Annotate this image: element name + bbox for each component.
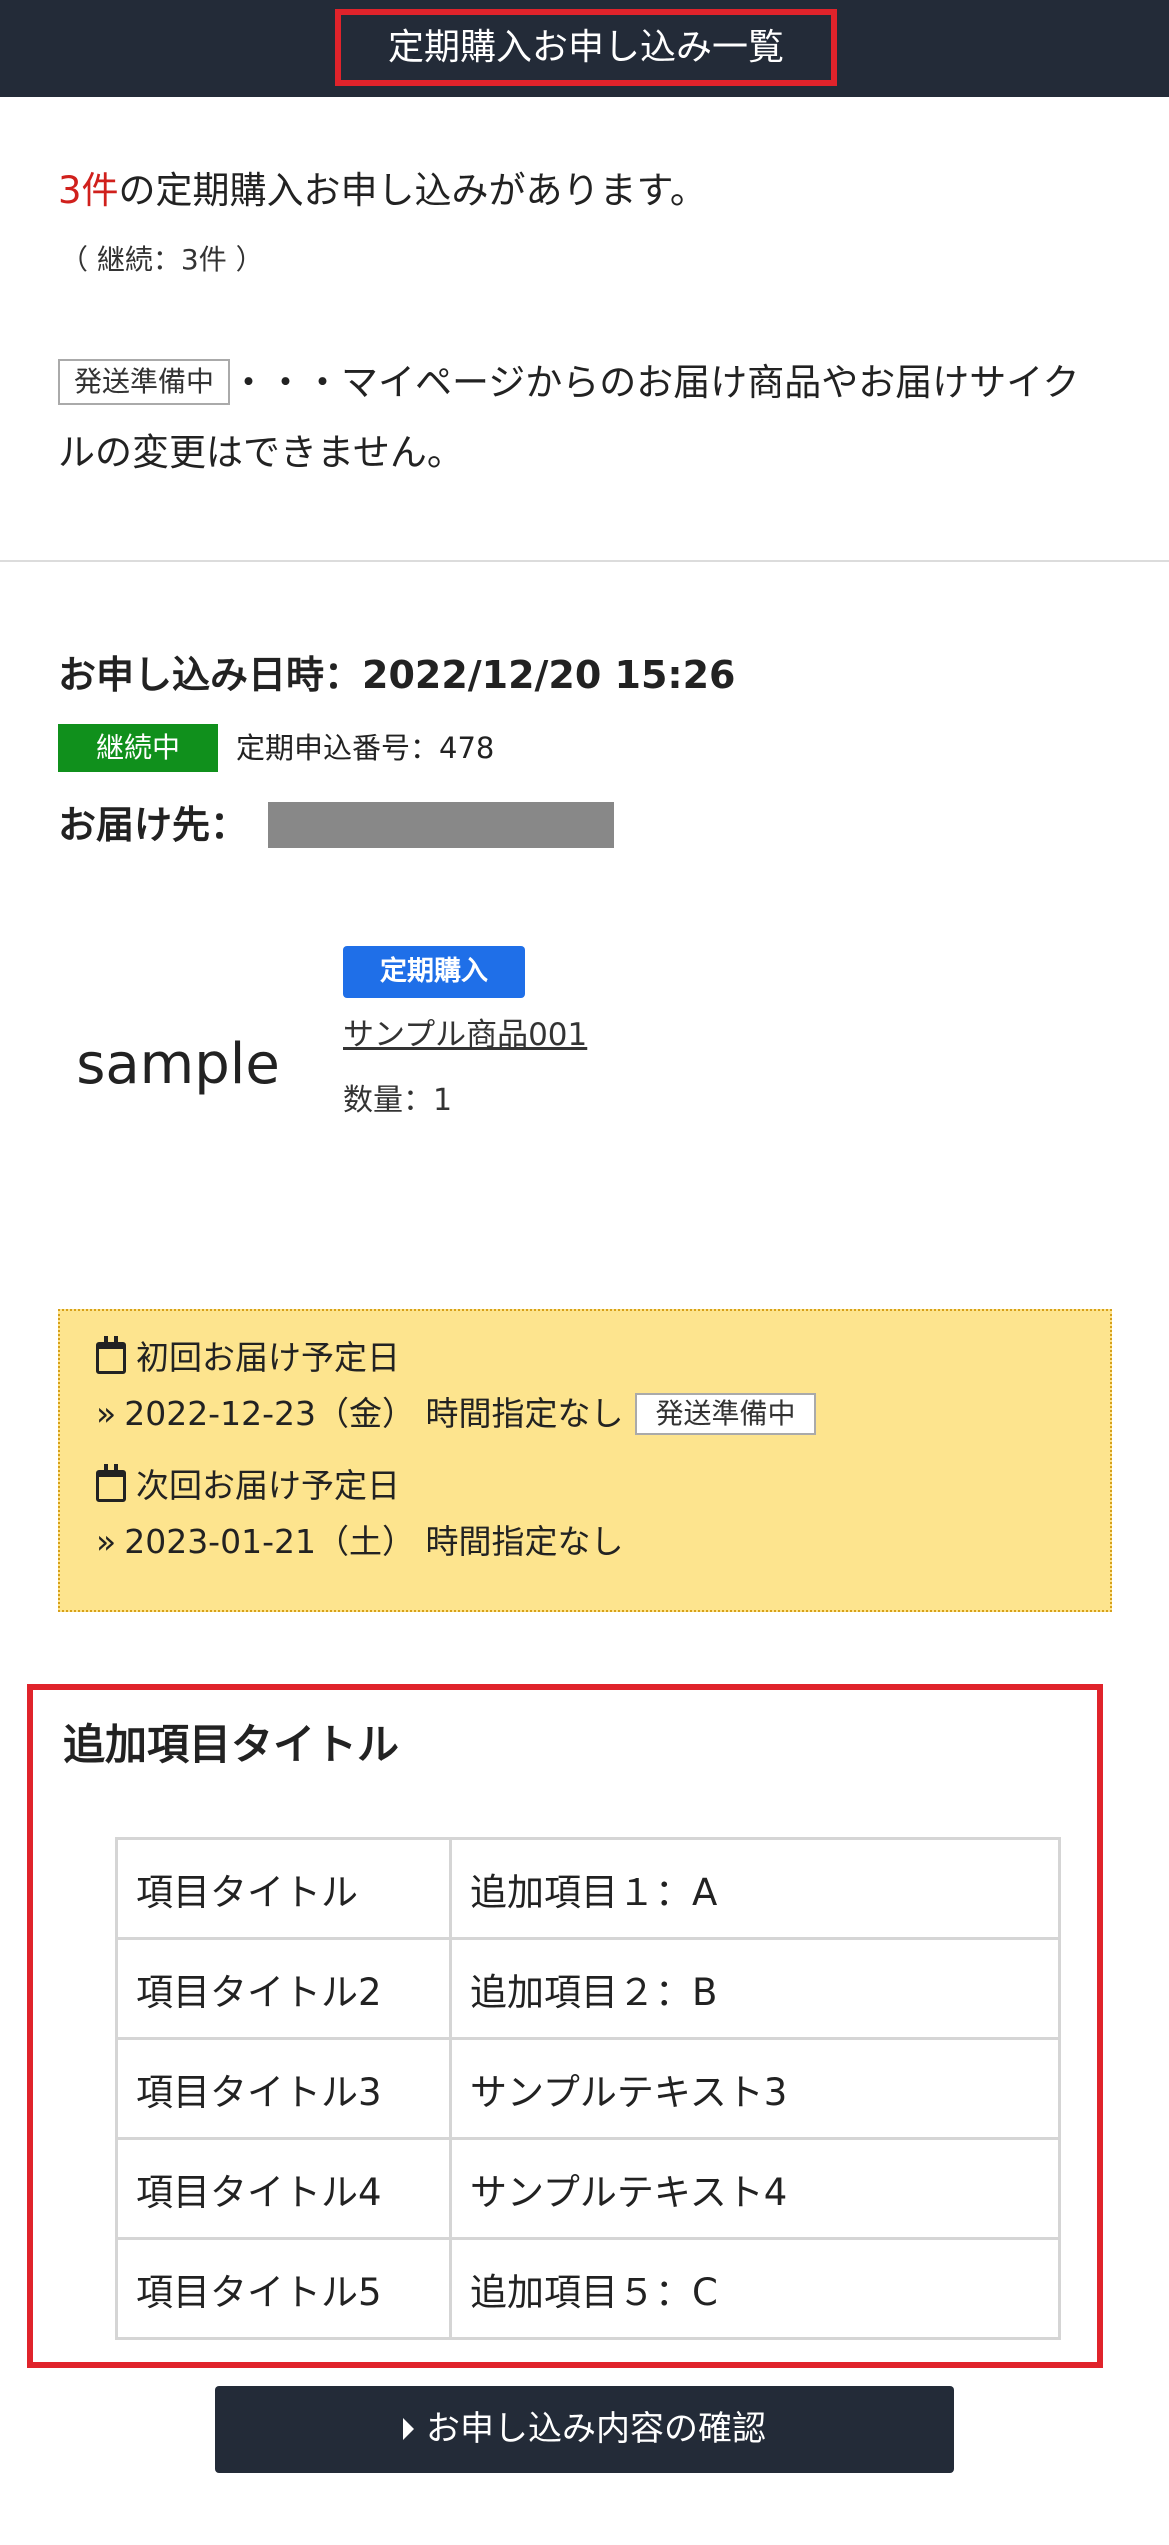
preparing-shipment-tag: 発送準備中 bbox=[635, 1393, 816, 1435]
page-header: 定期購入お申し込み一覧 bbox=[0, 0, 1169, 97]
field-key: 項目タイトル2 bbox=[115, 1937, 452, 2040]
field-key: 項目タイトル5 bbox=[115, 2237, 452, 2340]
next-delivery-value-row: » 2023-01-21（土） 時間指定なし bbox=[96, 1517, 623, 1567]
confirm-order-label: お申し込み内容の確認 bbox=[426, 2409, 766, 2449]
next-delivery-label-row: 次回お届け予定日 bbox=[96, 1461, 400, 1511]
product-quantity: 数量：1 bbox=[343, 1083, 453, 1118]
table-row: 項目タイトル3 サンプルテキスト3 bbox=[115, 2037, 1061, 2140]
table-row: 項目タイトル 追加項目１：A bbox=[115, 1837, 1061, 1940]
subscription-summary: 3件の定期購入お申し込みがあります。 bbox=[58, 165, 707, 217]
table-row: 項目タイトル2 追加項目２：B bbox=[115, 1937, 1061, 2040]
first-delivery-date: 2022-12-23（金） 時間指定なし bbox=[124, 1394, 624, 1433]
destination-label: お届け先： bbox=[58, 803, 249, 847]
order-date: お申し込み日時：2022/12/20 15:26 bbox=[58, 653, 736, 697]
status-badge: 継続中 bbox=[58, 724, 218, 772]
first-delivery-label: 初回お届け予定日 bbox=[136, 1338, 400, 1377]
destination-redacted bbox=[268, 802, 614, 848]
section-divider bbox=[0, 560, 1169, 562]
table-row: 項目タイトル4 サンプルテキスト4 bbox=[115, 2137, 1061, 2240]
field-value: 追加項目５：C bbox=[449, 2237, 1061, 2340]
field-key: 項目タイトル bbox=[115, 1837, 452, 1940]
field-value: サンプルテキスト3 bbox=[449, 2037, 1061, 2140]
delivery-schedule: 初回お届け予定日 » 2022-12-23（金） 時間指定なし 発送準備中 次回… bbox=[58, 1309, 1112, 1612]
shipping-notice: 発送準備中 ・・・マイページからのお届け商品やお届けサイクルの変更はできません。 bbox=[58, 348, 1108, 488]
product-name-link[interactable]: サンプル商品001 bbox=[343, 1012, 587, 1058]
next-delivery-label: 次回お届け予定日 bbox=[136, 1466, 400, 1505]
next-delivery-date: 2023-01-21（土） 時間指定なし bbox=[124, 1522, 624, 1561]
preparing-shipment-tag: 発送準備中 bbox=[58, 359, 231, 405]
chevron-right-icon: » bbox=[96, 1394, 117, 1433]
field-key: 項目タイトル3 bbox=[115, 2037, 452, 2140]
first-delivery-value-row: » 2022-12-23（金） 時間指定なし 発送準備中 bbox=[96, 1389, 816, 1439]
calendar-icon bbox=[96, 1336, 126, 1374]
table-row: 項目タイトル5 追加項目５：C bbox=[115, 2237, 1061, 2340]
field-value: サンプルテキスト4 bbox=[449, 2137, 1061, 2240]
field-key: 項目タイトル4 bbox=[115, 2137, 452, 2240]
field-value: 追加項目１：A bbox=[449, 1837, 1061, 1940]
continuing-count: （ 継続：3件 ） bbox=[60, 243, 264, 276]
product-image[interactable]: sample bbox=[58, 1000, 298, 1130]
subscription-summary-text: の定期購入お申し込みがあります。 bbox=[118, 169, 707, 212]
caret-right-icon bbox=[403, 2418, 414, 2440]
field-value: 追加項目２：B bbox=[449, 1937, 1061, 2040]
calendar-icon bbox=[96, 1464, 126, 1502]
additional-fields-section: 追加項目タイトル 項目タイトル 追加項目１：A 項目タイトル2 追加項目２：B … bbox=[27, 1684, 1103, 2368]
first-delivery-label-row: 初回お届け予定日 bbox=[96, 1333, 400, 1383]
confirm-order-button[interactable]: お申し込み内容の確認 bbox=[215, 2386, 954, 2473]
order-number: 定期申込番号：478 bbox=[236, 731, 495, 765]
additional-fields-table: 項目タイトル 追加項目１：A 項目タイトル2 追加項目２：B 項目タイトル3 サ… bbox=[115, 1837, 1061, 2340]
chevron-right-icon: » bbox=[96, 1522, 117, 1561]
additional-fields-title: 追加項目タイトル bbox=[63, 1720, 400, 1769]
subscription-count: 3件 bbox=[58, 169, 119, 212]
subscription-type-badge: 定期購入 bbox=[343, 946, 525, 998]
page-title: 定期購入お申し込み一覧 bbox=[335, 9, 837, 86]
